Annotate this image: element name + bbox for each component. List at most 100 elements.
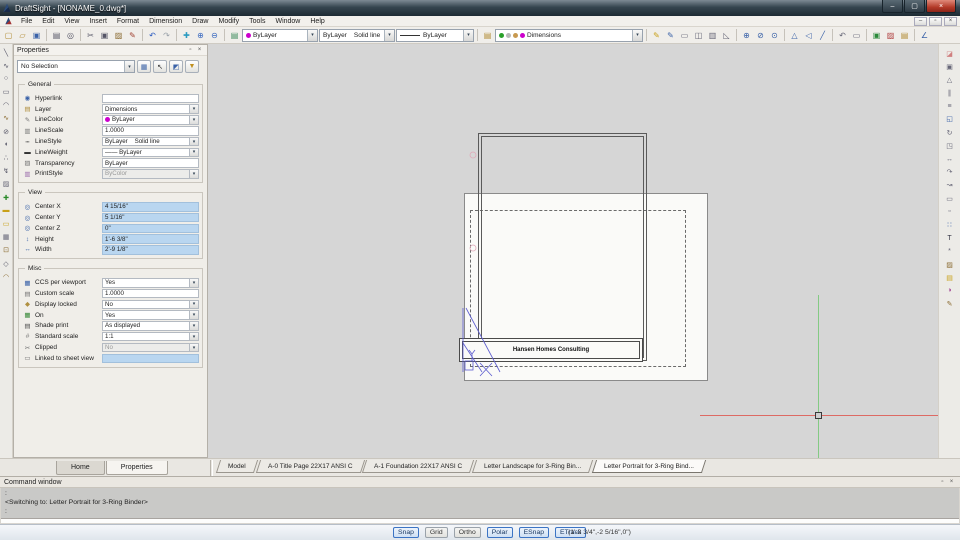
rotate-icon[interactable]: ↻: [944, 127, 955, 138]
dropdown-arrow-icon[interactable]: [124, 61, 134, 72]
sheet-from-template-icon[interactable]: ▨: [884, 29, 897, 42]
trim-icon[interactable]: ▭: [944, 193, 955, 204]
named-view-icon[interactable]: ◺: [720, 29, 733, 42]
menu-edit[interactable]: Edit: [37, 18, 59, 25]
menu-window[interactable]: Window: [270, 18, 305, 25]
save-icon[interactable]: ▣: [30, 29, 43, 42]
command-float-icon[interactable]: ▫: [938, 478, 947, 487]
restore-button[interactable]: ▢: [904, 0, 925, 13]
property-field-hyperlink[interactable]: [102, 93, 199, 104]
circle-center-icon[interactable]: ⊕: [740, 29, 753, 42]
dropdown-arrow-icon[interactable]: [307, 29, 317, 41]
print-icon[interactable]: ▤: [50, 29, 63, 42]
toggle-polar[interactable]: Polar: [486, 527, 513, 538]
edit-annotation-icon[interactable]: ✎: [944, 299, 955, 310]
sheet-tab-0[interactable]: Model: [215, 460, 258, 473]
tab-splitter[interactable]: [210, 460, 213, 476]
fillet-icon[interactable]: ↷: [944, 167, 955, 178]
line-icon[interactable]: ╲: [1, 47, 12, 58]
stretch-icon[interactable]: ↔: [944, 154, 955, 165]
doc-restore-button[interactable]: ▫: [929, 16, 942, 26]
sheet-new-icon[interactable]: ▣: [870, 29, 883, 42]
elliptical-arc-icon[interactable]: ◖: [1, 139, 12, 150]
property-field-linecolor[interactable]: ByLayer: [102, 115, 199, 125]
point-icon[interactable]: ∴: [1, 153, 12, 164]
region-icon[interactable]: ✚: [1, 192, 12, 203]
redo-icon[interactable]: ↷: [160, 29, 173, 42]
copy-icon[interactable]: ▣: [98, 29, 111, 42]
three-viewports-icon[interactable]: ▥: [706, 29, 719, 42]
sheet-tab-2[interactable]: A-1 Foundation 22X17 ANSI C: [362, 460, 475, 473]
mask-icon[interactable]: ⊡: [1, 245, 12, 256]
toggle-esnap[interactable]: ESnap: [518, 527, 550, 538]
palette-close-icon[interactable]: ×: [195, 46, 204, 55]
doc-close-button[interactable]: ×: [944, 16, 957, 26]
gradient-hatch-icon[interactable]: ✎: [664, 29, 677, 42]
element-colors-button[interactable]: ▦: [137, 60, 151, 73]
property-field-linestyle[interactable]: ByLayer Solid line: [102, 136, 199, 147]
spline-icon[interactable]: ∿: [1, 113, 12, 124]
linecolor-combo[interactable]: ByLayer: [242, 28, 318, 42]
layer-manager-icon[interactable]: ▤: [481, 29, 494, 42]
property-field-standard-scale[interactable]: 1:1: [102, 331, 199, 342]
property-field-transparency[interactable]: ByLayer: [102, 158, 199, 168]
menu-file[interactable]: File: [16, 18, 37, 25]
angle-tool-icon[interactable]: ◁: [802, 29, 815, 42]
layer-preview-icon[interactable]: ▤: [944, 272, 955, 283]
command-history[interactable]: : <Switching to: Letter Portrait for 3-Ri…: [1, 488, 959, 518]
property-field-layer[interactable]: Dimensions: [102, 104, 199, 114]
new-icon[interactable]: ▢: [2, 29, 15, 42]
polyline-tool-icon[interactable]: ╱: [816, 29, 829, 42]
property-field-custom-scale[interactable]: 1.0000: [102, 288, 199, 299]
ellipse-icon[interactable]: ⊘: [1, 126, 12, 137]
palette-tab-home[interactable]: Home: [56, 461, 105, 475]
pattern-icon[interactable]: ≡: [944, 101, 955, 112]
text-icon[interactable]: T: [944, 233, 955, 244]
layers-manager-icon[interactable]: ▤: [228, 29, 241, 42]
sheet-save-icon[interactable]: ▤: [898, 29, 911, 42]
palette-tab-properties[interactable]: Properties: [105, 461, 168, 475]
open-icon[interactable]: ▱: [16, 29, 29, 42]
sheet-tab-1[interactable]: A-0 Title Page 22X17 ANSI C: [255, 460, 365, 473]
select-elements-button[interactable]: ↖: [153, 60, 167, 73]
close-button[interactable]: ×: [926, 0, 956, 13]
image-attach-icon[interactable]: ▭: [850, 29, 863, 42]
viewport-icon[interactable]: ▭: [678, 29, 691, 42]
note-icon[interactable]: ▬: [1, 205, 12, 216]
palette-float-icon[interactable]: ▫: [186, 46, 195, 55]
scale-icon[interactable]: ◳: [944, 140, 955, 151]
edit-hatch-icon[interactable]: ▨: [944, 259, 955, 270]
offset-icon[interactable]: ∥: [944, 88, 955, 99]
property-field-display-locked[interactable]: No: [102, 299, 199, 310]
dropdown-arrow-icon[interactable]: [632, 29, 642, 41]
polygon-tool-icon[interactable]: △: [788, 29, 801, 42]
match-properties-button[interactable]: ◩: [169, 60, 183, 73]
circle-icon[interactable]: ○: [1, 73, 12, 84]
menu-help[interactable]: Help: [305, 18, 329, 25]
polygon-icon[interactable]: ◇: [1, 258, 12, 269]
zoom-dynamic-icon[interactable]: ⊕: [194, 29, 207, 42]
dropdown-arrow-icon[interactable]: [384, 29, 394, 41]
dropdown-arrow-icon[interactable]: [463, 29, 473, 41]
property-field-on[interactable]: Yes: [102, 310, 199, 320]
undo-icon[interactable]: ↶: [146, 29, 159, 42]
toggle-ortho[interactable]: Ortho: [453, 527, 481, 538]
menu-insert[interactable]: Insert: [84, 18, 112, 25]
circle-3point-icon[interactable]: ⊙: [768, 29, 781, 42]
extend-icon[interactable]: ▫: [944, 206, 955, 217]
pan-icon[interactable]: ✚: [180, 29, 193, 42]
circle-tangent-icon[interactable]: ⊘: [754, 29, 767, 42]
arc-icon[interactable]: ◠: [1, 100, 12, 111]
centerline-icon[interactable]: ↯: [1, 166, 12, 177]
doc-minimize-button[interactable]: –: [914, 16, 927, 26]
undo-mark-icon[interactable]: ↶: [836, 29, 849, 42]
menu-format[interactable]: Format: [112, 18, 144, 25]
toggle-snap[interactable]: Snap: [393, 527, 419, 538]
rectangle-icon[interactable]: ▭: [1, 87, 12, 98]
menu-tools[interactable]: Tools: [244, 18, 270, 25]
menu-view[interactable]: View: [59, 18, 84, 25]
table-icon[interactable]: ▦: [1, 232, 12, 243]
sheet-tab-3[interactable]: Letter Landscape for 3-Ring Bin...: [472, 460, 594, 473]
quick-select-button[interactable]: ▼: [185, 60, 199, 73]
property-field-lineweight[interactable]: —— ByLayer: [102, 147, 199, 158]
